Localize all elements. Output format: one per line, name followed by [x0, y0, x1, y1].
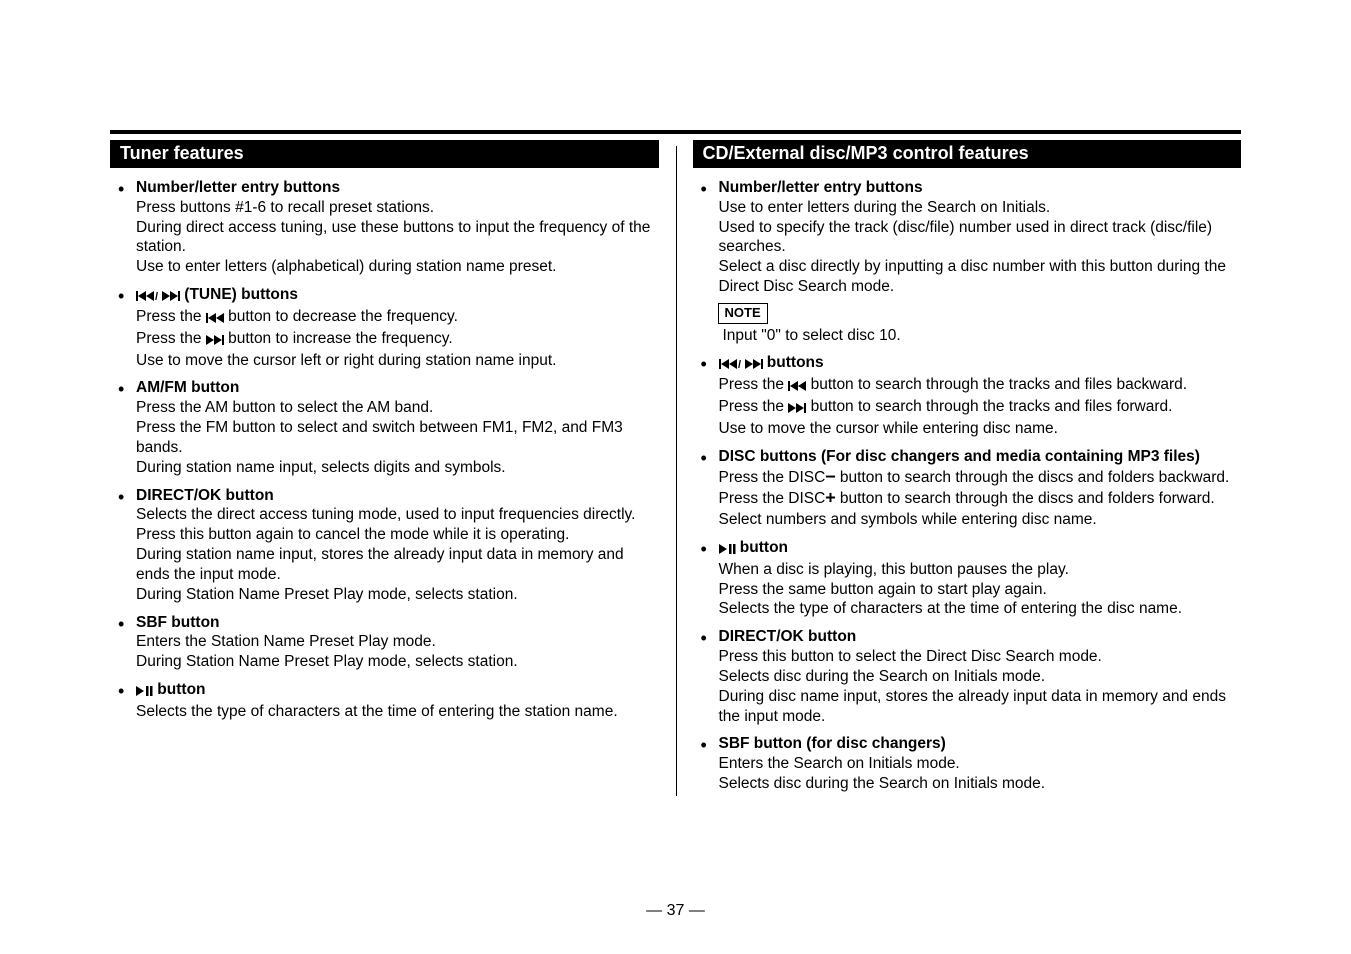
feature-title: AM/FM button — [136, 379, 239, 396]
next-icon — [788, 399, 806, 419]
disc-symbol: − — [825, 467, 835, 487]
list-item: DIRECT/OK button Selects the direct acces… — [136, 486, 659, 605]
list-item: Number/letter entry buttons Press buttons… — [136, 178, 659, 277]
feature-title: SBF button (for disc changers) — [719, 735, 946, 752]
feature-title: button — [136, 681, 206, 698]
feature-title: DIRECT/OK button — [719, 628, 857, 645]
feature-title: DIRECT/OK button — [136, 487, 274, 504]
feature-title: buttons — [719, 354, 824, 371]
disc-symbol: + — [825, 488, 835, 508]
list-item: button Selects the type of characters at … — [136, 680, 659, 722]
feature-body: Use to enter letters during the Search o… — [719, 199, 1242, 346]
list-item: button When a disc is playing, this butto… — [719, 538, 1242, 619]
feature-body: Press buttons #1-6 to recall preset stat… — [136, 199, 650, 275]
right-column: CD/External disc/MP3 control features Nu… — [693, 140, 1242, 794]
feature-body: Press this button to select the Direct D… — [719, 648, 1226, 724]
feature-body: Selects the direct access tuning mode, u… — [136, 506, 635, 602]
feature-body: Enters the Station Name Preset Play mode… — [136, 633, 518, 670]
feature-title: Number/letter entry buttons — [719, 179, 923, 196]
feature-body: Press the button to search through the t… — [719, 376, 1188, 437]
section-header-tuner: Tuner features — [110, 140, 659, 168]
feature-body: Press the DISC− button to search through… — [719, 469, 1230, 529]
feature-title: SBF button — [136, 614, 220, 631]
list-item: DISC buttons (For disc changers and medi… — [719, 447, 1242, 530]
feature-title: DISC buttons (For disc changers and medi… — [719, 448, 1200, 465]
feature-title: button — [719, 539, 789, 556]
feature-body: Enters the Search on Initials mode.Selec… — [719, 755, 1046, 792]
section-header-cd: CD/External disc/MP3 control features — [693, 140, 1242, 168]
feature-body: Selects the type of characters at the ti… — [136, 703, 618, 720]
tuner-feature-list: Number/letter entry buttons Press buttons… — [110, 178, 659, 722]
feature-body: When a disc is playing, this button paus… — [719, 561, 1183, 618]
note-text: Input "0" to select disc 10. — [723, 326, 1242, 346]
list-item: Number/letter entry buttons Use to enter … — [719, 178, 1242, 345]
prev-icon — [788, 377, 806, 397]
page-number: — 37 — — [0, 902, 1351, 920]
feature-body: Press the button to decrease the frequen… — [136, 308, 556, 369]
prev-next-icon — [719, 355, 763, 375]
list-item: (TUNE) buttons Press the button to decrea… — [136, 285, 659, 370]
list-item: SBF button (for disc changers) Enters the… — [719, 734, 1242, 793]
prev-next-icon — [136, 287, 180, 307]
feature-body: Press the AM button to select the AM ban… — [136, 399, 623, 475]
feature-title: Number/letter entry buttons — [136, 179, 340, 196]
list-item: AM/FM button Press the AM button to selec… — [136, 378, 659, 477]
feature-title: (TUNE) buttons — [136, 286, 298, 303]
list-item: DIRECT/OK button Press this button to sel… — [719, 627, 1242, 726]
left-column: Tuner features Number/letter entry butto… — [110, 140, 659, 794]
prev-icon — [206, 309, 224, 329]
note-block: NOTE — [718, 299, 1242, 326]
note-label: NOTE — [718, 303, 768, 324]
list-item: buttons Press the button to search throug… — [719, 353, 1242, 438]
next-icon — [206, 331, 224, 351]
play-pause-icon — [136, 682, 153, 702]
cd-feature-list: Number/letter entry buttons Use to enter … — [693, 178, 1242, 794]
top-rule — [110, 130, 1241, 134]
list-item: SBF button Enters the Station Name Preset… — [136, 613, 659, 672]
play-pause-icon — [719, 540, 736, 560]
